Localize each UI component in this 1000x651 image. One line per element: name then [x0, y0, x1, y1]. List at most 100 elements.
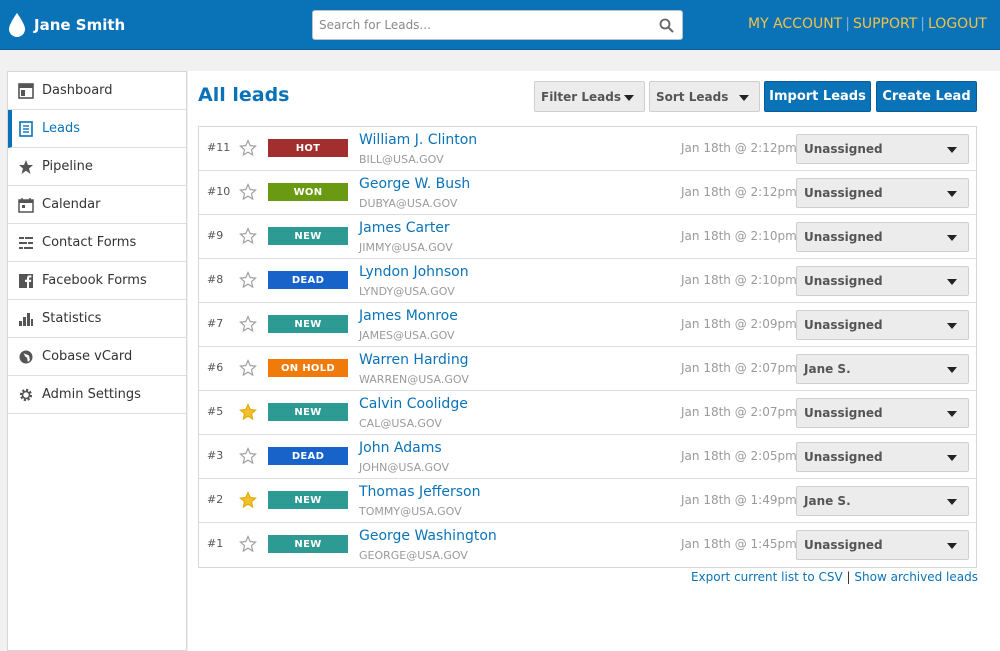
- logout-link[interactable]: LOGOUT: [928, 16, 987, 32]
- assignee-label: Jane S.: [804, 362, 851, 376]
- sort-leads-dropdown[interactable]: Sort Leads: [649, 81, 760, 112]
- sidebar-item-dashboard[interactable]: Dashboard: [8, 72, 186, 110]
- sidebar-item-label: Contact Forms: [42, 235, 137, 250]
- lead-date: Jan 18th @ 1:45pm: [681, 537, 797, 551]
- lead-date: Jan 18th @ 2:09pm: [681, 317, 797, 331]
- filter-leads-dropdown[interactable]: Filter Leads: [534, 81, 645, 112]
- star-icon[interactable]: [239, 403, 257, 421]
- lead-date: Jan 18th @ 2:10pm: [681, 273, 797, 287]
- lead-name-link[interactable]: James Carter: [359, 220, 450, 236]
- lead-number: #10: [207, 185, 231, 198]
- globe-icon: [18, 349, 34, 365]
- assignee-dropdown[interactable]: Unassigned: [796, 398, 969, 428]
- lead-row[interactable]: #9 NEW James Carter JIMMY@USA.GOV Jan 18…: [199, 215, 976, 259]
- assignee-dropdown[interactable]: Unassigned: [796, 222, 969, 252]
- lead-name-link[interactable]: John Adams: [359, 440, 442, 456]
- assignee-dropdown[interactable]: Unassigned: [796, 134, 969, 164]
- lead-email: JAMES@USA.GOV: [359, 329, 455, 342]
- star-icon[interactable]: [239, 227, 257, 245]
- star-icon[interactable]: [239, 139, 257, 157]
- assignee-label: Unassigned: [804, 318, 883, 332]
- assignee-dropdown[interactable]: Unassigned: [796, 442, 969, 472]
- sidebar-item-label: Leads: [42, 121, 81, 136]
- lead-row[interactable]: #11 HOT William J. Clinton BILL@USA.GOV …: [199, 127, 976, 171]
- lead-row[interactable]: #5 NEW Calvin Coolidge CAL@USA.GOV Jan 1…: [199, 391, 976, 435]
- lead-row[interactable]: #6 ON HOLD Warren Harding WARREN@USA.GOV…: [199, 347, 976, 391]
- lead-row[interactable]: #7 NEW James Monroe JAMES@USA.GOV Jan 18…: [199, 303, 976, 347]
- sidebar-item-label: Calendar: [42, 197, 101, 212]
- export-csv-link[interactable]: Export current list to CSV: [691, 570, 843, 584]
- status-badge: NEW: [268, 227, 348, 245]
- assignee-label: Unassigned: [804, 274, 883, 288]
- lead-date: Jan 18th @ 2:12pm: [681, 185, 797, 199]
- create-lead-button[interactable]: Create Lead: [876, 81, 977, 112]
- assignee-dropdown[interactable]: Unassigned: [796, 530, 969, 560]
- assignee-label: Unassigned: [804, 142, 883, 156]
- star-icon[interactable]: [239, 315, 257, 333]
- sidebar-item-admin-settings[interactable]: Admin Settings: [8, 376, 186, 414]
- star-icon[interactable]: [239, 183, 257, 201]
- footer-links: Export current list to CSV | Show archiv…: [691, 570, 978, 584]
- sidebar-item-leads[interactable]: Leads: [8, 110, 186, 148]
- assignee-dropdown[interactable]: Unassigned: [796, 266, 969, 296]
- star-icon[interactable]: [239, 359, 257, 377]
- sidebar-item-label: Facebook Forms: [42, 273, 147, 288]
- sidebar-item-facebook-forms[interactable]: Facebook Forms: [8, 262, 186, 300]
- lead-name-link[interactable]: George Washington: [359, 528, 497, 544]
- star-icon[interactable]: [239, 491, 257, 509]
- support-link[interactable]: SUPPORT: [853, 16, 917, 32]
- lead-email: WARREN@USA.GOV: [359, 373, 469, 386]
- show-archived-link[interactable]: Show archived leads: [854, 570, 978, 584]
- sidebar-item-label: Cobase vCard: [42, 349, 133, 364]
- status-badge: HOT: [268, 139, 348, 157]
- lead-email: CAL@USA.GOV: [359, 417, 442, 430]
- dashboard-icon: [18, 82, 34, 99]
- assignee-dropdown[interactable]: Unassigned: [796, 310, 969, 340]
- sidebar-item-calendar[interactable]: Calendar: [8, 186, 186, 224]
- lead-row[interactable]: #8 DEAD Lyndon Johnson LYNDY@USA.GOV Jan…: [199, 259, 976, 303]
- sidebar-item-cobase-vcard[interactable]: Cobase vCard: [8, 338, 186, 376]
- assignee-dropdown[interactable]: Jane S.: [796, 354, 969, 384]
- my-account-link[interactable]: MY ACCOUNT: [748, 16, 842, 32]
- lead-row[interactable]: #10 WON George W. Bush DUBYA@USA.GOV Jan…: [199, 171, 976, 215]
- sidebar-item-label: Pipeline: [42, 159, 93, 174]
- lead-email: DUBYA@USA.GOV: [359, 197, 458, 210]
- import-leads-button[interactable]: Import Leads: [764, 81, 871, 112]
- lead-name-link[interactable]: George W. Bush: [359, 176, 470, 192]
- chevron-down-icon: [739, 95, 749, 101]
- chevron-down-icon: [947, 367, 957, 373]
- lead-name-link[interactable]: William J. Clinton: [359, 132, 477, 148]
- filter-leads-label: Filter Leads: [541, 89, 622, 104]
- lead-row[interactable]: #3 DEAD John Adams JOHN@USA.GOV Jan 18th…: [199, 435, 976, 479]
- top-link-separator: |: [920, 16, 925, 32]
- lead-name-link[interactable]: Lyndon Johnson: [359, 264, 469, 280]
- chevron-down-icon: [947, 279, 957, 285]
- lead-date: Jan 18th @ 1:49pm: [681, 493, 797, 507]
- lead-number: #1: [207, 537, 224, 550]
- lead-name-link[interactable]: James Monroe: [359, 308, 458, 324]
- star-icon[interactable]: [239, 535, 257, 553]
- search-box[interactable]: [312, 10, 683, 40]
- lead-email: TOMMY@USA.GOV: [359, 505, 462, 518]
- facebook-icon: [18, 273, 34, 289]
- search-input[interactable]: [313, 11, 653, 39]
- lead-email: BILL@USA.GOV: [359, 153, 444, 166]
- lead-row[interactable]: #1 NEW George Washington GEORGE@USA.GOV …: [199, 523, 976, 567]
- sidebar-item-statistics[interactable]: Statistics: [8, 300, 186, 338]
- search-icon[interactable]: [659, 18, 674, 33]
- sidebar-item-contact-forms[interactable]: Contact Forms: [8, 224, 186, 262]
- star-icon[interactable]: [239, 271, 257, 289]
- assignee-dropdown[interactable]: Unassigned: [796, 178, 969, 208]
- sidebar-item-pipeline[interactable]: Pipeline: [8, 148, 186, 186]
- lead-number: #6: [207, 361, 224, 374]
- chevron-down-icon: [947, 499, 957, 505]
- assignee-dropdown[interactable]: Jane S.: [796, 486, 969, 516]
- lead-name-link[interactable]: Calvin Coolidge: [359, 396, 468, 412]
- assignee-label: Unassigned: [804, 538, 883, 552]
- lead-name-link[interactable]: Warren Harding: [359, 352, 469, 368]
- lead-name-link[interactable]: Thomas Jefferson: [359, 484, 480, 500]
- star-icon[interactable]: [239, 447, 257, 465]
- lead-row[interactable]: #2 NEW Thomas Jefferson TOMMY@USA.GOV Ja…: [199, 479, 976, 523]
- user-name: Jane Smith: [34, 16, 126, 34]
- lead-email: GEORGE@USA.GOV: [359, 549, 468, 562]
